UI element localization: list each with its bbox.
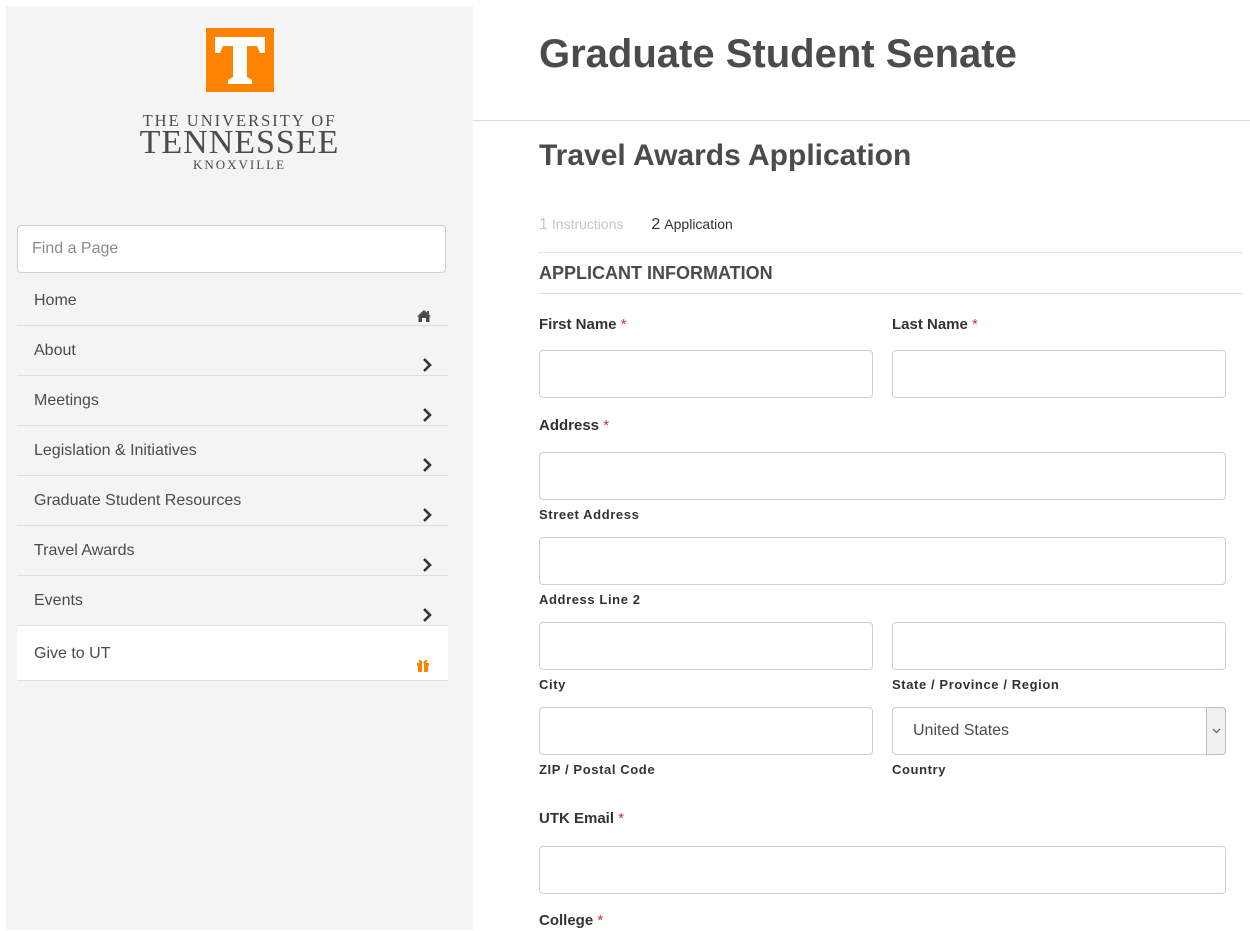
country-dropdown-button[interactable] <box>1206 707 1226 755</box>
sidebar-item-label: Legislation & Initiatives <box>34 442 197 459</box>
sidebar-item-label: Give to UT <box>34 645 111 662</box>
site-title: Graduate Student Senate <box>539 32 1017 76</box>
first-name-label-text: First Name <box>539 316 617 333</box>
sidebar-nav: Home About Meetings Legislation & Initia… <box>17 276 448 681</box>
utk-email-label: UTK Email * <box>539 809 624 829</box>
required-marker: * <box>620 316 627 333</box>
steps-divider <box>539 252 1243 253</box>
required-marker: * <box>597 912 604 929</box>
form-steps: 1 Instructions 2 Application <box>539 214 733 235</box>
sidebar-item-label: About <box>34 342 76 359</box>
city-input[interactable] <box>539 622 873 670</box>
city-sublabel: City <box>539 677 566 692</box>
sidebar-item-label: Meetings <box>34 392 99 409</box>
state-sublabel: State / Province / Region <box>892 677 1060 692</box>
gift-icon <box>416 640 430 695</box>
header-divider <box>473 120 1250 121</box>
last-name-input[interactable] <box>892 350 1226 398</box>
sidebar: THE UNIVERSITY OF TENNESSEE KNOXVILLE Fi… <box>6 6 473 930</box>
logo-line-3: KNOXVILLE <box>192 157 287 172</box>
sidebar-item-label: Graduate Student Resources <box>34 492 242 509</box>
first-name-label: First Name * <box>539 315 627 335</box>
sidebar-item-legislation[interactable]: Legislation & Initiatives <box>17 426 448 476</box>
sidebar-item-label: Travel Awards <box>34 542 135 559</box>
college-label-text: College <box>539 912 594 929</box>
street-address-input[interactable] <box>539 452 1226 500</box>
page-title: Travel Awards Application <box>539 139 912 172</box>
address-line-2-sublabel: Address Line 2 <box>539 592 641 607</box>
address-label-text: Address <box>539 417 600 434</box>
step-label: Application <box>664 216 733 232</box>
sidebar-item-meetings[interactable]: Meetings <box>17 376 448 426</box>
utk-email-label-text: UTK Email <box>539 810 615 827</box>
required-marker: * <box>603 417 610 434</box>
country-sublabel: Country <box>892 762 947 777</box>
sidebar-item-give-to-ut[interactable]: Give to UT <box>17 626 448 681</box>
zip-sublabel: ZIP / Postal Code <box>539 762 656 777</box>
college-label: College * <box>539 911 603 931</box>
sidebar-item-about[interactable]: About <box>17 326 448 376</box>
university-logo[interactable]: THE UNIVERSITY OF TENNESSEE KNOXVILLE <box>6 28 473 172</box>
address-line-2-input[interactable] <box>539 537 1226 585</box>
step-label: Instructions <box>551 216 624 232</box>
step-number: 2 <box>651 216 661 233</box>
sidebar-item-label: Events <box>34 592 83 609</box>
chevron-down-icon <box>1212 728 1221 734</box>
country-selected-value: United States <box>913 722 1010 739</box>
sidebar-item-home[interactable]: Home <box>17 276 448 326</box>
find-a-page-input[interactable]: Find a Page <box>17 225 446 273</box>
sidebar-item-graduate-student-resources[interactable]: Graduate Student Resources <box>17 476 448 526</box>
sidebar-item-label: Home <box>34 292 77 309</box>
street-address-sublabel: Street Address <box>539 507 640 522</box>
step-number: 1 <box>539 216 548 233</box>
power-t-logo <box>205 28 274 92</box>
required-marker: * <box>618 810 625 827</box>
utk-email-input[interactable] <box>539 846 1226 894</box>
first-name-input[interactable] <box>539 350 873 398</box>
step-instructions: 1 Instructions <box>539 216 627 233</box>
address-label: Address * <box>539 416 609 436</box>
country-select[interactable]: United States <box>892 707 1226 755</box>
logo-line-2: TENNESSEE <box>139 124 340 161</box>
zip-input[interactable] <box>539 707 873 755</box>
section-divider <box>539 293 1243 294</box>
state-input[interactable] <box>892 622 1226 670</box>
sidebar-item-travel-awards[interactable]: Travel Awards <box>17 526 448 576</box>
step-application: 2 Application <box>651 216 733 233</box>
section-title: APPLICANT INFORMATION <box>539 263 773 283</box>
required-marker: * <box>972 316 978 333</box>
sidebar-item-events[interactable]: Events <box>17 576 448 626</box>
last-name-label: Last Name * <box>892 315 978 335</box>
last-name-label-text: Last Name <box>892 316 968 333</box>
